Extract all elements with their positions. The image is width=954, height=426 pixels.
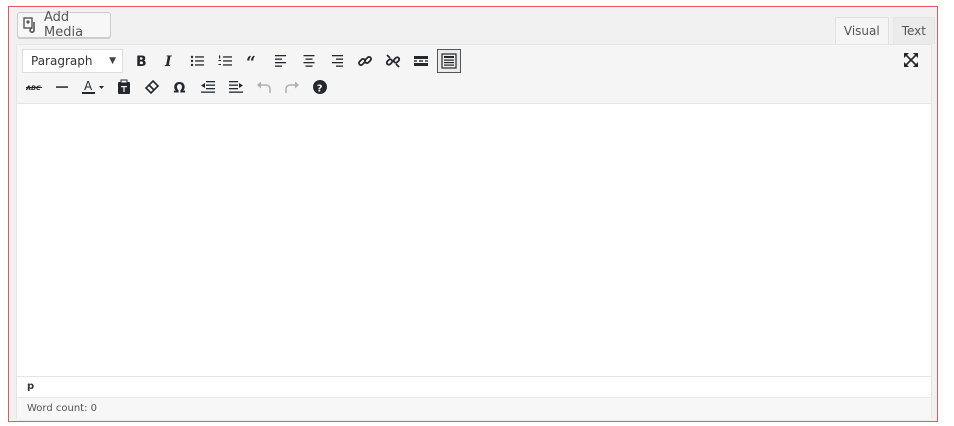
redo-icon[interactable] (280, 75, 304, 99)
chevron-down-icon: ▼ (109, 56, 116, 66)
editor-toolbar: Paragraph ▼ B I “ A Ω ? (17, 45, 931, 104)
editor-frame: Add Media Visual Text Paragraph ▼ B I “ … (8, 6, 938, 422)
svg-text:A: A (84, 79, 93, 93)
svg-text:I: I (164, 54, 172, 69)
text-color-icon[interactable]: A (78, 75, 108, 99)
blockquote-icon[interactable]: “ (241, 49, 265, 73)
add-media-button[interactable]: Add Media (17, 10, 111, 40)
help-icon[interactable]: ? (308, 75, 332, 99)
add-media-icon (23, 17, 39, 33)
editor-box: Paragraph ▼ B I “ A Ω ? p Word count: 0 (16, 44, 932, 419)
remove-link-icon[interactable] (381, 49, 405, 73)
horizontal-line-icon[interactable] (50, 75, 74, 99)
editor-content-area[interactable] (17, 104, 931, 374)
insert-link-icon[interactable] (353, 49, 377, 73)
toolbar-row-2: ABC A Ω (22, 74, 336, 100)
decrease-indent-icon[interactable] (196, 75, 220, 99)
format-select-value: Paragraph (31, 54, 93, 68)
align-center-icon[interactable] (297, 49, 321, 73)
svg-text:B: B (136, 54, 147, 69)
fullscreen-icon[interactable] (901, 50, 921, 70)
read-more-icon[interactable] (409, 49, 433, 73)
italic-icon[interactable]: I (157, 49, 181, 73)
element-path[interactable]: p (17, 376, 931, 396)
toolbar-toggle-icon[interactable] (437, 49, 461, 73)
special-character-icon[interactable]: Ω (168, 75, 192, 99)
add-media-label: Add Media (44, 10, 84, 40)
numbered-list-icon[interactable] (213, 49, 237, 73)
svg-text:?: ? (317, 83, 323, 94)
format-select[interactable]: Paragraph ▼ (22, 49, 123, 73)
tab-text[interactable]: Text (892, 17, 935, 44)
bulleted-list-icon[interactable] (185, 49, 209, 73)
editor-tabs: Visual Text (831, 17, 935, 44)
word-count: Word count: 0 (17, 397, 931, 419)
toolbar-row-1: Paragraph ▼ B I “ (22, 48, 465, 74)
svg-text:“: “ (246, 53, 256, 69)
clear-formatting-icon[interactable] (140, 75, 164, 99)
tab-visual[interactable]: Visual (834, 17, 889, 44)
align-left-icon[interactable] (269, 49, 293, 73)
increase-indent-icon[interactable] (224, 75, 248, 99)
svg-text:Ω: Ω (174, 81, 186, 96)
paste-as-text-icon[interactable] (112, 75, 136, 99)
strikethrough-icon[interactable]: ABC (22, 75, 46, 99)
align-right-icon[interactable] (325, 49, 349, 73)
undo-icon[interactable] (252, 75, 276, 99)
bold-icon[interactable]: B (129, 49, 153, 73)
